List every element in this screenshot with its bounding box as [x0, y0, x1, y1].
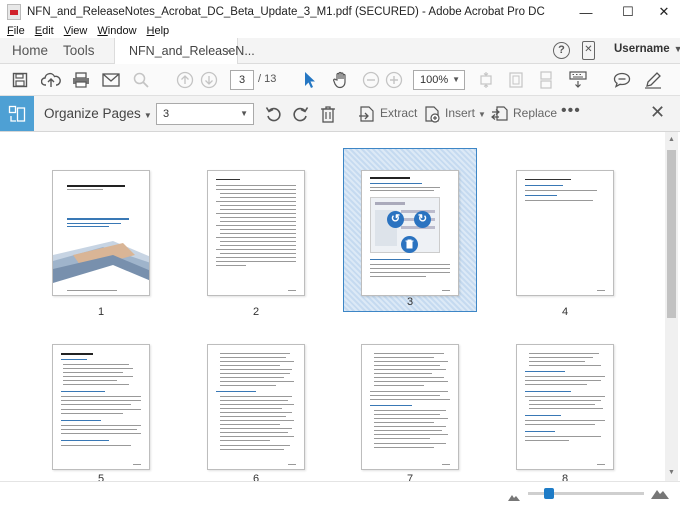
- organize-pages-menu[interactable]: Organize Pages ▼: [44, 106, 152, 121]
- extract-icon[interactable]: [357, 104, 377, 124]
- cloud-upload-icon[interactable]: [41, 70, 61, 90]
- comment-icon[interactable]: [612, 70, 632, 90]
- tab-document-label: NFN_and_ReleaseN...: [129, 44, 255, 58]
- fit-page-icon[interactable]: [476, 70, 496, 90]
- page-thumbnail-3-selected[interactable]: ↺ ↻ 3: [343, 148, 477, 312]
- delete-page-icon[interactable]: [401, 236, 418, 253]
- page-number-label: 1: [97, 306, 105, 318]
- page-thumbnail-8[interactable]: 8: [498, 324, 632, 485]
- tab-close-icon[interactable]: ×: [225, 44, 232, 58]
- replace-icon[interactable]: [490, 104, 510, 124]
- menu-file[interactable]: File: [7, 25, 25, 37]
- scrollbar-thumb[interactable]: [667, 150, 676, 318]
- page-preview: [52, 344, 150, 470]
- tab-bar: Home Tools NFN_and_ReleaseN... × ? ✕ Use…: [0, 38, 680, 64]
- scroll-mode-icon[interactable]: [536, 70, 556, 90]
- select-cursor-icon[interactable]: [300, 70, 320, 90]
- previous-page-icon[interactable]: [175, 70, 195, 90]
- page-preview: [207, 170, 305, 296]
- zoom-level-select[interactable]: 100% ▼: [413, 70, 465, 90]
- pdf-file-icon: [7, 4, 21, 20]
- full-screen-icon[interactable]: [506, 70, 526, 90]
- help-icon[interactable]: ?: [553, 42, 570, 59]
- zoom-out-icon[interactable]: [361, 70, 381, 90]
- page-thumbnail-5[interactable]: 5: [34, 324, 168, 485]
- thumbnail-size-slider-handle[interactable]: [544, 488, 554, 499]
- bottom-status-bar: [0, 481, 680, 511]
- maximize-button[interactable]: ☐: [612, 0, 644, 24]
- more-options-icon[interactable]: •••: [561, 102, 581, 120]
- organize-pages-title: Organize Pages: [44, 106, 141, 121]
- page-thumbnail-7[interactable]: 7: [343, 324, 477, 485]
- page-number-label: 2: [252, 306, 260, 318]
- sign-pen-icon[interactable]: [643, 70, 663, 90]
- zoom-in-icon[interactable]: [384, 70, 404, 90]
- email-icon[interactable]: [101, 70, 121, 90]
- organize-pages-toolbar: Organize Pages ▼ 3 ▼ Extract Insert ▼ Repla…: [0, 96, 680, 132]
- chevron-down-icon: ▼: [240, 109, 248, 118]
- page-preview: [361, 170, 459, 296]
- chevron-down-icon: ▼: [452, 75, 460, 84]
- rotate-counterclockwise-icon[interactable]: [264, 104, 284, 124]
- page-count: / 13: [258, 73, 277, 85]
- menu-view[interactable]: View: [64, 25, 88, 37]
- organize-pages-icon: [0, 96, 34, 131]
- page-preview: [516, 344, 614, 470]
- main-toolbar: 3 / 13 100% ▼: [0, 64, 680, 96]
- chevron-down-icon: ▼: [478, 110, 486, 119]
- scroll-up-arrow-icon[interactable]: ▲: [665, 134, 678, 146]
- close-window-button[interactable]: ✕: [648, 0, 680, 24]
- menu-help[interactable]: Help: [147, 25, 170, 37]
- menu-bar: File Edit View Window Help: [0, 24, 680, 38]
- zoom-level-value: 100%: [420, 74, 449, 86]
- large-thumbnails-icon[interactable]: [651, 487, 669, 502]
- replace-button[interactable]: Replace: [513, 106, 557, 120]
- page-range-select[interactable]: 3 ▼: [156, 103, 254, 125]
- page-preview: [516, 170, 614, 296]
- page-range-value: 3: [163, 108, 170, 120]
- scroll-down-arrow-icon[interactable]: ▼: [665, 467, 678, 479]
- close-organize-icon[interactable]: ✕: [650, 102, 665, 123]
- username-label: Username: [614, 43, 670, 55]
- tab-home[interactable]: Home: [12, 43, 48, 58]
- print-icon[interactable]: [71, 70, 91, 90]
- menu-edit[interactable]: Edit: [35, 25, 54, 37]
- hand-tool-icon[interactable]: [331, 70, 351, 90]
- minimize-button[interactable]: —: [570, 0, 602, 24]
- insert-label: Insert: [445, 106, 476, 120]
- vertical-scrollbar[interactable]: ▲ ▼: [665, 132, 678, 481]
- page-thumbnail-1[interactable]: 1: [34, 150, 168, 320]
- chevron-down-icon: ▼: [143, 111, 152, 120]
- delete-trash-icon[interactable]: [318, 104, 338, 124]
- page-number-label: 4: [561, 306, 569, 318]
- page-thumbnail-6[interactable]: 6: [189, 324, 323, 485]
- page-number-input[interactable]: 3: [230, 70, 254, 90]
- chevron-down-icon: ▼: [673, 44, 680, 54]
- tab-document[interactable]: NFN_and_ReleaseN... ×: [114, 38, 255, 64]
- page-thumbnails-area: 1 2 ↺ ↻ 3 4 5 6 7 8: [3, 132, 665, 485]
- insert-button[interactable]: Insert ▼: [445, 106, 486, 120]
- small-thumbnails-icon[interactable]: [508, 490, 520, 504]
- rotate-clockwise-icon[interactable]: [290, 104, 310, 124]
- page-thumbnail-2[interactable]: 2: [189, 150, 323, 320]
- tab-tools[interactable]: Tools: [63, 43, 95, 58]
- user-menu[interactable]: Username ▼: [614, 43, 680, 55]
- page-preview: [207, 344, 305, 470]
- insert-page-icon[interactable]: [422, 104, 442, 124]
- window-title: NFN_and_ReleaseNotes_Acrobat_DC_Beta_Upd…: [27, 6, 545, 18]
- page-preview: [52, 170, 150, 296]
- rotate-page-left-icon[interactable]: ↺: [387, 211, 404, 228]
- next-page-icon[interactable]: [199, 70, 219, 90]
- keyboard-icon[interactable]: [568, 70, 588, 90]
- extract-button[interactable]: Extract: [380, 106, 417, 120]
- mobile-link-icon[interactable]: ✕: [582, 41, 595, 60]
- save-icon[interactable]: [10, 70, 30, 90]
- page-thumbnail-4[interactable]: 4: [498, 150, 632, 320]
- search-icon[interactable]: [131, 70, 151, 90]
- page-preview: [361, 344, 459, 470]
- page-number-label: 3: [406, 296, 414, 308]
- rotate-page-right-icon[interactable]: ↻: [414, 211, 431, 228]
- menu-window[interactable]: Window: [97, 25, 136, 37]
